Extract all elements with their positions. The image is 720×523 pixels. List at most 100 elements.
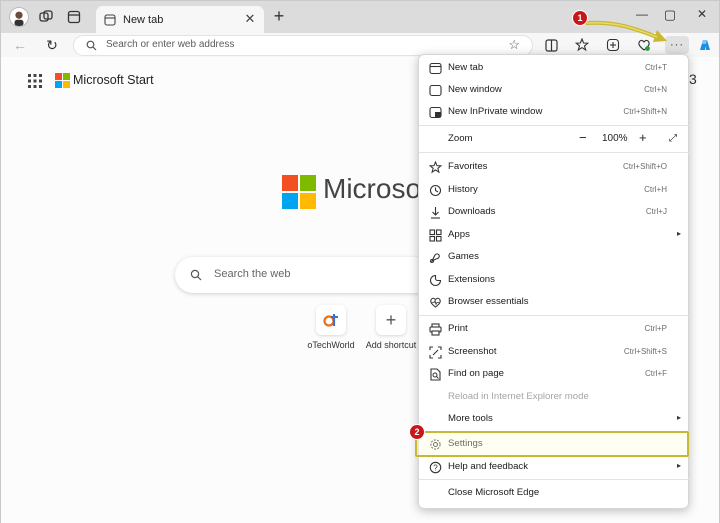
menu-item-label: Help and feedback — [448, 461, 529, 472]
zoom-in-button[interactable]: + — [639, 130, 647, 145]
history-icon — [428, 183, 442, 197]
close-tab-icon[interactable]: ✕ — [242, 11, 258, 27]
tab-actions-icon[interactable] — [65, 8, 83, 26]
close-window-button[interactable]: ✕ — [691, 7, 713, 27]
otechworld-icon — [316, 305, 346, 335]
address-bar[interactable]: Search or enter web address ☆ — [73, 35, 533, 56]
menu-item-new-window[interactable]: New window Ctrl+N — [419, 79, 690, 101]
refresh-button[interactable]: ↻ — [43, 36, 61, 54]
help-icon: ? — [428, 460, 442, 474]
menu-item-more-tools[interactable]: More tools ▸ — [419, 408, 690, 430]
menu-item-close-edge[interactable]: Close Microsoft Edge — [419, 482, 690, 504]
menu-item-history[interactable]: History Ctrl+H — [419, 179, 690, 201]
menu-item-label: Favorites — [448, 161, 488, 172]
microsoft-start-link[interactable]: Microsoft Start — [73, 73, 154, 87]
menu-item-new-inprivate-window[interactable]: New InPrivate window Ctrl+Shift+N — [419, 101, 690, 123]
menu-item-reload-ie-mode: Reload in Internet Explorer mode — [419, 386, 690, 408]
annotation-arrow — [585, 20, 667, 42]
microsoft-logo — [282, 175, 316, 209]
menu-item-label: Apps — [448, 229, 470, 240]
games-icon — [428, 250, 442, 264]
new-tab-page-icon — [104, 13, 116, 26]
annotation-badge-1: 1 — [573, 11, 587, 25]
menu-item-games[interactable]: Games — [419, 246, 690, 268]
screenshot-icon — [428, 345, 442, 359]
fullscreen-icon[interactable]: ⤢ — [669, 133, 677, 144]
tab-title: New tab — [123, 13, 164, 26]
chevron-right-icon: ▸ — [676, 229, 681, 238]
download-icon — [428, 205, 442, 219]
menu-item-label: New InPrivate window — [448, 106, 543, 117]
split-screen-icon[interactable] — [542, 36, 560, 54]
extensions-icon — [428, 273, 442, 287]
menu-item-shortcut: Ctrl+T — [645, 63, 667, 72]
menu-item-label: New window — [448, 84, 502, 95]
zoom-level: 100% — [602, 133, 628, 144]
app-launcher-icon[interactable] — [28, 74, 42, 88]
browser-window: New tab ✕ + — ▢ ✕ ← ↻ Search or enter we… — [0, 0, 720, 523]
menu-item-label: More tools — [448, 413, 493, 424]
menu-item-label: Print — [448, 323, 468, 334]
printer-icon — [428, 322, 442, 336]
menu-item-help-and-feedback[interactable]: ? Help and feedback ▸ — [419, 456, 690, 478]
menu-item-new-tab[interactable]: New tab Ctrl+T — [419, 57, 690, 79]
heart-pulse-icon — [428, 295, 442, 309]
microsoft-wordmark: Microsof — [323, 173, 429, 204]
favorite-star-icon[interactable]: ☆ — [508, 37, 520, 53]
menu-item-zoom: Zoom − 100% + ⤢ — [419, 128, 690, 150]
menu-item-shortcut: Ctrl+F — [645, 369, 667, 378]
menu-item-extensions[interactable]: Extensions — [419, 269, 690, 291]
menu-item-print[interactable]: Print Ctrl+P — [419, 318, 690, 340]
menu-item-label: Browser essentials — [448, 296, 529, 307]
menu-item-label: Reload in Internet Explorer mode — [448, 391, 589, 402]
menu-item-screenshot[interactable]: Screenshot Ctrl+Shift+S — [419, 341, 690, 363]
apps-icon — [428, 228, 442, 242]
favorites-star-icon — [428, 160, 442, 174]
profile-avatar[interactable] — [9, 7, 29, 27]
menu-item-apps[interactable]: Apps ▸ — [419, 224, 690, 246]
menu-item-shortcut: Ctrl+J — [645, 207, 667, 216]
search-placeholder: Search the web — [214, 268, 291, 280]
chevron-right-icon: ▸ — [676, 461, 681, 470]
menu-item-label: Screenshot — [448, 346, 497, 357]
menu-item-find-on-page[interactable]: Find on page Ctrl+F — [419, 363, 690, 385]
inprivate-icon — [428, 105, 442, 119]
menu-item-label: Games — [448, 251, 479, 262]
menu-item-label: New tab — [448, 62, 484, 73]
web-search-box[interactable]: Search the web — [175, 257, 435, 293]
zoom-out-button[interactable]: − — [579, 130, 587, 145]
menu-item-shortcut: Ctrl+P — [644, 324, 667, 333]
microsoft-logo-small — [55, 73, 70, 88]
menu-item-label: Find on page — [448, 368, 505, 379]
search-icon — [190, 269, 202, 281]
add-shortcut-button[interactable]: + Add shortcut — [361, 305, 421, 350]
tab-new-tab[interactable]: New tab ✕ — [96, 6, 264, 33]
menu-separator — [419, 479, 690, 480]
workspaces-icon[interactable] — [37, 8, 55, 26]
plus-icon: + — [376, 305, 406, 335]
menu-separator — [419, 152, 690, 153]
menu-item-downloads[interactable]: Downloads Ctrl+J — [419, 201, 690, 223]
shortcut-otechworld[interactable]: oTechWorld — [301, 305, 361, 350]
address-placeholder: Search or enter web address — [106, 39, 235, 50]
menu-item-favorites[interactable]: Favorites Ctrl+Shift+O — [419, 156, 690, 178]
menu-item-label: Downloads — [448, 206, 496, 217]
menu-separator — [419, 125, 690, 126]
menu-item-shortcut: Ctrl+H — [644, 185, 667, 194]
annotation-badge-2: 2 — [410, 425, 424, 439]
shortcut-label: Add shortcut — [365, 340, 417, 350]
menu-item-shortcut: Ctrl+Shift+S — [623, 347, 667, 356]
settings-highlight-box — [415, 431, 689, 457]
menu-item-label: Extensions — [448, 274, 495, 285]
search-icon — [86, 40, 97, 51]
find-on-page-icon — [428, 367, 442, 381]
copilot-icon[interactable] — [696, 36, 714, 54]
menu-item-browser-essentials[interactable]: Browser essentials — [419, 291, 690, 313]
menu-item-shortcut: Ctrl+Shift+N — [623, 107, 667, 116]
new-tab-button[interactable]: + — [269, 7, 289, 27]
page-partial-text: 3 — [689, 71, 697, 87]
back-button[interactable]: ← — [11, 36, 29, 54]
shortcut-label: oTechWorld — [307, 340, 355, 350]
new-window-icon — [428, 83, 442, 97]
menu-item-label: History — [448, 184, 478, 195]
